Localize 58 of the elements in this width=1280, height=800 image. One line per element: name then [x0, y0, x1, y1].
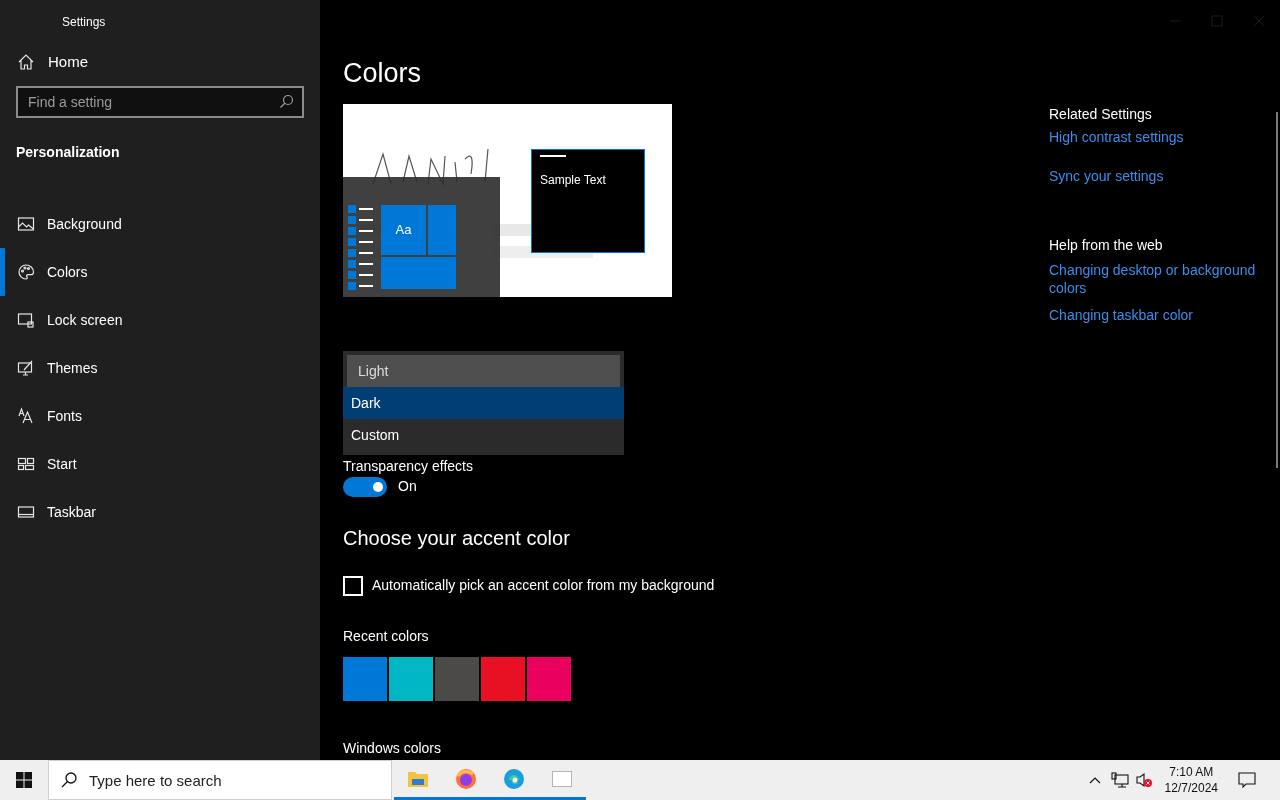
- color-swatch[interactable]: [481, 657, 525, 701]
- windows-logo-icon: [16, 772, 32, 788]
- clock-time[interactable]: 7:10 AM: [1169, 764, 1214, 780]
- home-icon: [17, 53, 35, 71]
- clock-date[interactable]: 12/7/2024: [1164, 780, 1218, 796]
- taskbar-search-field[interactable]: Type here to search: [48, 760, 392, 800]
- fonts-icon: [17, 407, 35, 425]
- checkbox[interactable]: [343, 575, 363, 596]
- notifications-icon[interactable]: [1238, 772, 1256, 788]
- browser-fox-icon: [455, 767, 477, 790]
- nav-item[interactable]: Colors: [0, 248, 320, 296]
- sample-text: Sample Text: [540, 173, 606, 187]
- color-swatch[interactable]: [343, 657, 387, 701]
- preview-tile: Aa: [381, 205, 426, 255]
- section-heading: Personalization: [16, 144, 120, 160]
- color-swatch[interactable]: [527, 657, 571, 701]
- help-link[interactable]: Changing taskbar color: [1049, 306, 1269, 324]
- subheading: Recent colors: [343, 628, 429, 644]
- side-heading: Related Settings: [1049, 106, 1152, 122]
- network-icon[interactable]: [1110, 772, 1129, 788]
- side-heading: Help from the web: [1049, 237, 1163, 253]
- subheading: Windows colors: [343, 740, 442, 756]
- search-icon: [279, 94, 294, 109]
- home-item[interactable]: Home: [0, 40, 320, 84]
- related-link[interactable]: Sync your settings: [1049, 166, 1164, 186]
- search-icon: [60, 771, 78, 789]
- nav-item[interactable]: Lock screen: [0, 296, 320, 344]
- menu-option[interactable]: Dark: [343, 387, 624, 419]
- muted-speaker-icon[interactable]: [1134, 772, 1153, 788]
- section-heading: Choose your accent color: [343, 526, 570, 551]
- toggle-state: On: [398, 477, 417, 496]
- transparency-label: Transparency effects: [343, 458, 473, 474]
- help-link[interactable]: Changing desktop or background colors: [1049, 261, 1269, 297]
- image-icon: [17, 215, 35, 233]
- search-field[interactable]: Find a setting: [16, 86, 304, 118]
- scrollbar[interactable]: [1276, 112, 1278, 468]
- window-title: Settings: [62, 15, 106, 29]
- color-swatch[interactable]: [435, 657, 479, 701]
- start-tiles-icon: [17, 455, 35, 473]
- nav-item[interactable]: Taskbar: [0, 488, 320, 536]
- menu-option[interactable]: Custom: [343, 419, 624, 451]
- palette-icon: [17, 263, 35, 281]
- checkbox-label: Automatically pick an accent color from my background: [372, 576, 715, 595]
- chevron-up-icon[interactable]: [1088, 776, 1101, 784]
- nav-item[interactable]: Themes: [0, 344, 320, 392]
- lock-screen-icon: [17, 311, 35, 329]
- related-link[interactable]: High contrast settings: [1049, 127, 1184, 147]
- toggle-switch[interactable]: [343, 476, 387, 497]
- brush-monitor-icon: [17, 359, 35, 377]
- app-icon: [551, 768, 573, 789]
- nav-item[interactable]: Fonts: [0, 392, 320, 440]
- color-swatch[interactable]: [389, 657, 433, 701]
- taskbar-icon: [17, 503, 35, 521]
- page-title: Colors: [343, 57, 422, 90]
- nav-item[interactable]: Background: [0, 200, 320, 248]
- menu-option[interactable]: Light: [347, 355, 620, 387]
- nav-item[interactable]: Start: [0, 440, 320, 488]
- browser-wave-icon: [503, 767, 525, 790]
